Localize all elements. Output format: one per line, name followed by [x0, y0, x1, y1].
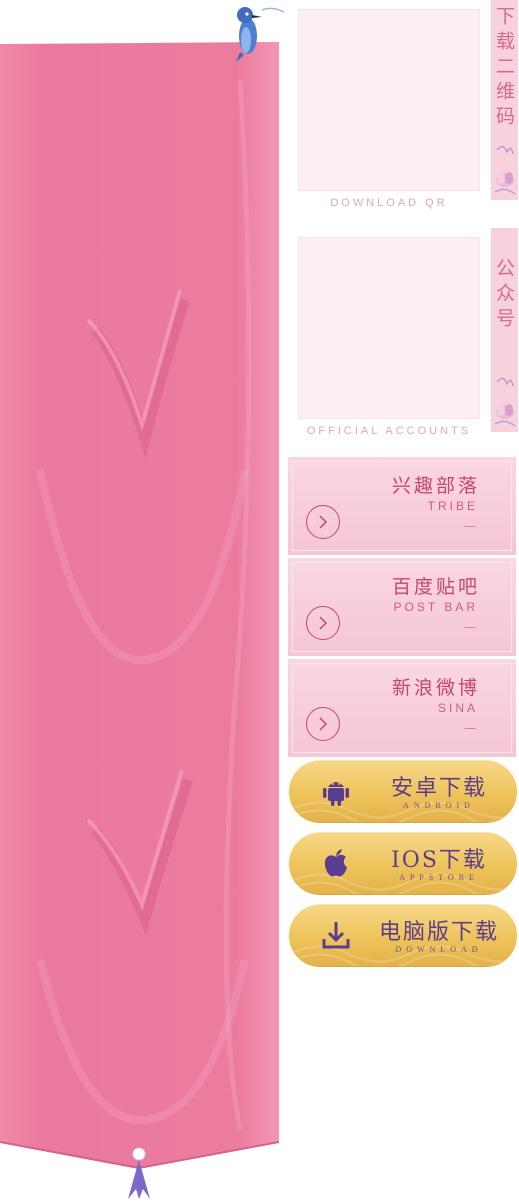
download-qr-block: DOWNLOAD QR	[298, 9, 480, 209]
download-qr-caption: DOWNLOAD QR	[330, 197, 448, 209]
official-qr-tab: 公众号	[491, 228, 518, 432]
card-title: 新浪微博	[391, 677, 480, 699]
android-download-button[interactable]: 安卓下载 ANDROID	[289, 760, 517, 822]
hanging-banner	[0, 0, 285, 1201]
official-qr-tab-label: 公众号	[493, 258, 515, 333]
card-sina[interactable]: 新浪微博 SINA —	[288, 659, 516, 757]
android-icon	[323, 782, 349, 806]
apple-icon	[324, 849, 347, 877]
download-subtitle: APPSTORE	[399, 873, 479, 882]
banner-cloth	[0, 42, 279, 1170]
card-subtitle: POST BAR	[393, 600, 478, 614]
pc-download-button[interactable]: 电脑版下载 DOWNLOAD	[289, 904, 517, 966]
official-qr-block: OFFICIAL ACCOUNTS	[298, 237, 480, 437]
card-dash: —	[464, 721, 476, 735]
card-subtitle: SINA	[437, 701, 478, 715]
download-title: IOS下载	[391, 848, 487, 873]
lotus-flower-icon	[494, 145, 516, 195]
ios-download-button[interactable]: IOS下载 APPSTORE	[289, 832, 517, 894]
lotus-flower-icon	[494, 377, 516, 427]
download-title: 安卓下载	[390, 776, 487, 801]
card-subtitle: TRIBE	[427, 499, 478, 513]
chevron-right-icon[interactable]	[306, 707, 340, 741]
download-subtitle: DOWNLOAD	[395, 945, 483, 954]
download-qr-tab-label: 下载二维码	[493, 6, 515, 131]
download-qr-code	[298, 9, 480, 191]
card-dash: —	[464, 620, 476, 634]
download-icon	[322, 922, 350, 949]
card-post-bar[interactable]: 百度贴吧 POST BAR —	[288, 558, 516, 656]
chevron-right-icon[interactable]	[306, 505, 340, 539]
official-qr-code	[298, 237, 480, 419]
official-qr-caption: OFFICIAL ACCOUNTS	[306, 425, 472, 437]
bird-icon	[236, 7, 285, 62]
download-qr-tab: 下载二维码	[491, 0, 518, 200]
card-title: 兴趣部落	[391, 475, 480, 497]
card-title: 百度贴吧	[391, 576, 480, 598]
download-subtitle: ANDROID	[403, 801, 475, 810]
card-tribe[interactable]: 兴趣部落 TRIBE —	[288, 457, 516, 555]
tassel-ornament	[128, 1147, 150, 1199]
chevron-right-icon[interactable]	[306, 606, 340, 640]
card-dash: —	[464, 519, 476, 533]
download-title: 电脑版下载	[378, 920, 499, 945]
